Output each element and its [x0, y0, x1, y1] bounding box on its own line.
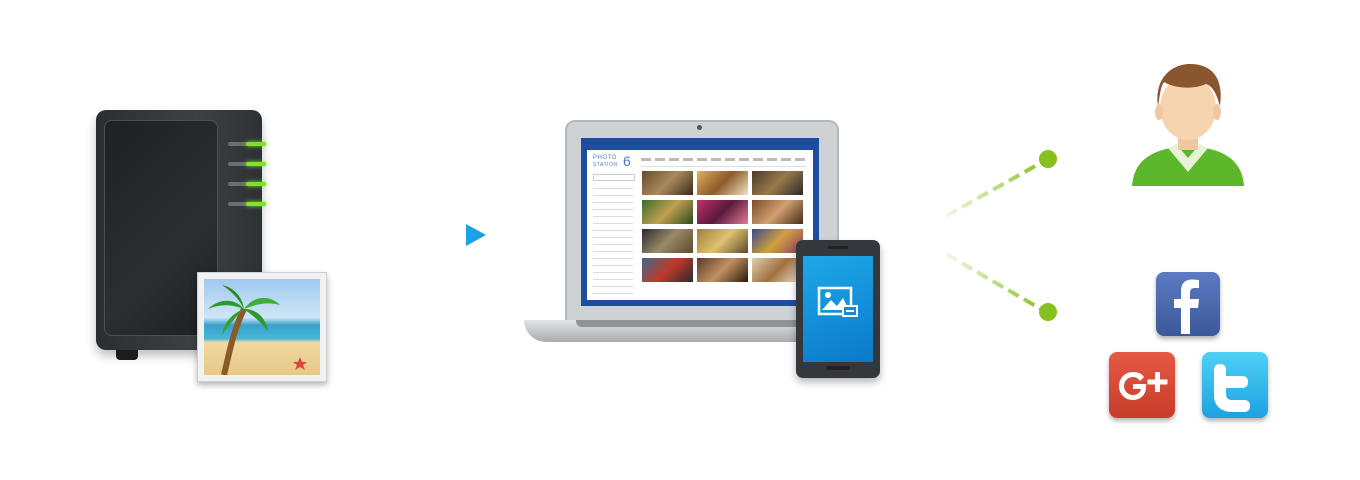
photo-station-window: PHOTO STATION 6	[587, 150, 813, 300]
logo-line1: PHOTO	[593, 155, 617, 161]
photo-station-logo: PHOTO STATION 6	[593, 153, 633, 175]
photo-thumbnail[interactable]	[697, 229, 748, 253]
photo-app-icon	[817, 286, 858, 317]
laptop-camera	[697, 125, 702, 130]
photo-thumbnail[interactable]	[642, 229, 693, 253]
photo-thumbnail[interactable]	[642, 258, 693, 282]
photo-station-sidebar	[593, 184, 633, 294]
photo-station-toolbar	[641, 158, 807, 161]
google-plus-icon[interactable]	[1109, 352, 1175, 418]
photo-thumbnail[interactable]	[752, 171, 803, 195]
laptop-keyboard	[576, 320, 824, 327]
photo-grid	[642, 171, 807, 286]
photo-station-search[interactable]	[593, 174, 635, 181]
logo-line2: STATION	[593, 162, 618, 168]
nas-led	[246, 142, 266, 146]
nas-led	[246, 182, 266, 186]
nas-led	[228, 142, 248, 146]
photo-thumbnail[interactable]	[697, 200, 748, 224]
nas-led	[228, 162, 248, 166]
facebook-icon[interactable]	[1156, 272, 1220, 336]
nas-foot	[116, 350, 138, 360]
user-avatar-icon	[1132, 64, 1244, 186]
photo-thumbnail[interactable]	[642, 171, 693, 195]
phone-screen	[803, 256, 873, 362]
flow-arrow-icon	[358, 224, 486, 246]
nas-led	[228, 202, 248, 206]
nas-led	[246, 202, 266, 206]
nas-led	[246, 162, 266, 166]
twitter-icon[interactable]	[1202, 352, 1268, 418]
phone-home-bar	[826, 366, 850, 370]
share-connector	[944, 150, 1057, 321]
nas-led	[228, 182, 248, 186]
beach-photo-icon	[197, 272, 327, 382]
photo-thumbnail[interactable]	[697, 171, 748, 195]
phone-speaker	[828, 246, 848, 249]
photo-thumbnail[interactable]	[697, 258, 748, 282]
photo-thumbnail[interactable]	[642, 200, 693, 224]
logo-number: 6	[623, 153, 631, 169]
photo-station-divider	[641, 166, 807, 167]
photo-thumbnail[interactable]	[752, 200, 803, 224]
